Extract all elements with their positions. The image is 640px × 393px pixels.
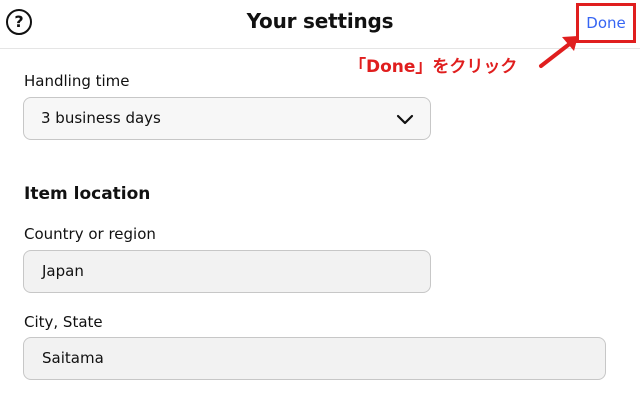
city-state-field[interactable]: Saitama	[23, 337, 606, 380]
handling-time-label: Handling time	[24, 72, 130, 90]
chevron-down-icon	[396, 114, 414, 125]
handling-time-select[interactable]: 3 business days	[23, 97, 431, 140]
country-value: Japan	[42, 262, 84, 280]
handling-time-value: 3 business days	[41, 109, 161, 127]
item-location-heading: Item location	[24, 184, 151, 204]
country-field[interactable]: Japan	[23, 250, 431, 293]
city-state-value: Saitama	[42, 349, 104, 367]
country-label: Country or region	[24, 225, 156, 243]
done-button-label: Done	[586, 14, 626, 32]
click-done-annotation: 「Done」をクリック	[349, 57, 518, 77]
annotation-arrow-icon	[539, 36, 578, 68]
city-state-label: City, State	[24, 313, 103, 331]
